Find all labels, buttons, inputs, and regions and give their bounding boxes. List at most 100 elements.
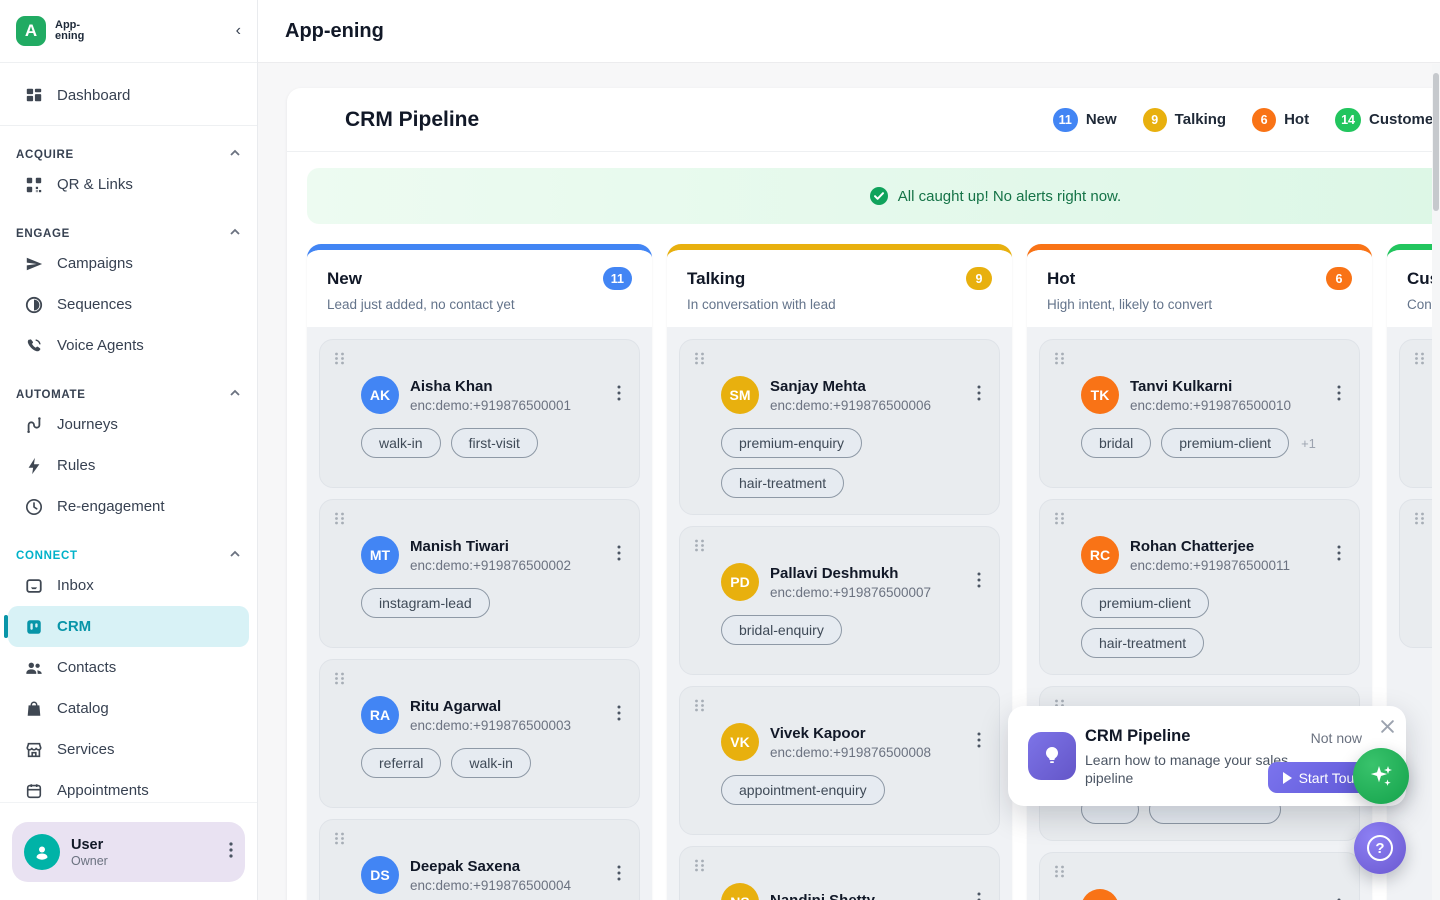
not-now-button[interactable]: Not now xyxy=(1311,730,1362,746)
lead-phone: enc:demo:+919876500001 xyxy=(410,398,571,413)
drag-handle-icon[interactable] xyxy=(694,859,705,876)
sidebar-item-crm[interactable]: CRM xyxy=(8,606,249,647)
sidebar-collapse-icon[interactable]: ‹ xyxy=(236,22,241,40)
sidebar-item-inbox[interactable]: Inbox xyxy=(8,565,249,606)
lead-tags: walk-infirst-visit xyxy=(361,428,625,458)
drag-handle-icon[interactable] xyxy=(1054,865,1065,882)
column-title: New xyxy=(327,269,362,289)
chevron-up-icon xyxy=(229,226,241,241)
sidebar-item-journeys[interactable]: Journeys xyxy=(8,404,249,445)
lead-card[interactable]: MT Manish Tiwari enc:demo:+919876500002 … xyxy=(319,499,640,648)
sidebar-item-re-engagement[interactable]: Re-engagement xyxy=(8,486,249,527)
drag-handle-icon[interactable] xyxy=(1414,512,1425,529)
sidebar-item-label: Inbox xyxy=(57,577,94,594)
sidebar-item-catalog[interactable]: Catalog xyxy=(8,688,249,729)
drag-handle-icon[interactable] xyxy=(1054,352,1065,369)
sidebar-item-voice-agents[interactable]: Voice Agents xyxy=(8,325,249,366)
kanban-icon xyxy=(24,617,44,637)
lead-avatar: NS xyxy=(721,883,759,900)
drag-handle-icon[interactable] xyxy=(334,672,345,689)
section-engage[interactable]: ENGAGE xyxy=(16,226,241,241)
sidebar: A App-ening ‹ Dashboard ACQUIRE QR & Lin… xyxy=(0,0,258,900)
lead-tags: bridal-enquiry xyxy=(721,615,985,645)
drag-handle-icon[interactable] xyxy=(334,832,345,849)
card-menu-icon[interactable] xyxy=(973,728,985,757)
sidebar-item-services[interactable]: Services xyxy=(8,729,249,770)
sidebar-item-campaigns[interactable]: Campaigns xyxy=(8,243,249,284)
section-acquire[interactable]: ACQUIRE xyxy=(16,147,241,162)
lead-phone: enc:demo:+919876500010 xyxy=(1130,398,1291,413)
lead-card[interactable]: TK Tanvi Kulkarni enc:demo:+919876500010… xyxy=(1039,339,1360,488)
stage-chip[interactable]: 6 Hot xyxy=(1252,108,1309,132)
dashboard-icon xyxy=(24,85,44,105)
card-menu-icon[interactable] xyxy=(613,381,625,410)
lead-card[interactable]: SM Sanjay Mehta enc:demo:+919876500006 p… xyxy=(679,339,1000,515)
stage-chip[interactable]: 9 Talking xyxy=(1143,108,1226,132)
sidebar-item-label: Campaigns xyxy=(57,255,133,272)
help-fab[interactable]: ? xyxy=(1354,822,1406,874)
alert-banner: All caught up! No alerts right now. xyxy=(307,168,1440,224)
drag-handle-icon[interactable] xyxy=(334,352,345,369)
lead-card[interactable]: VK Vivek Kapoor enc:demo:+919876500008 a… xyxy=(679,686,1000,835)
sidebar-item-label: Sequences xyxy=(57,296,132,313)
card-menu-icon[interactable] xyxy=(1333,541,1345,570)
column-title: Talking xyxy=(687,269,745,289)
drag-handle-icon[interactable] xyxy=(1054,512,1065,529)
sidebar-item-appointments[interactable]: Appointments xyxy=(8,770,249,802)
lead-tags: premium-enquiryhair-treatment xyxy=(721,428,985,498)
question-mark-icon: ? xyxy=(1367,835,1393,861)
lead-card[interactable]: RC Rohan Chatterjee enc:demo:+9198765000… xyxy=(1039,499,1360,675)
lead-tag: premium-enquiry xyxy=(721,428,862,458)
card-menu-icon[interactable] xyxy=(613,541,625,570)
lead-tags: referralwalk-in xyxy=(361,748,625,778)
user-menu-icon[interactable] xyxy=(229,842,233,863)
lead-card[interactable]: AK Aisha Khan enc:demo:+919876500001 wal… xyxy=(319,339,640,488)
lead-name: Deepak Saxena xyxy=(410,858,571,875)
route-icon xyxy=(24,415,44,435)
sidebar-item-qr-links[interactable]: QR & Links xyxy=(8,164,249,205)
card-menu-icon[interactable] xyxy=(613,861,625,890)
card-menu-icon[interactable] xyxy=(973,888,985,900)
drag-handle-icon[interactable] xyxy=(694,539,705,556)
scrollbar-thumb[interactable] xyxy=(1433,73,1439,211)
sidebar-item-rules[interactable]: Rules xyxy=(8,445,249,486)
stage-chip[interactable]: 11 New xyxy=(1053,108,1117,132)
card-menu-icon[interactable] xyxy=(973,568,985,597)
lead-card[interactable]: DS Deepak Saxena enc:demo:+919876500004 xyxy=(319,819,640,900)
pipeline-header: CRM Pipeline 11 New 9 Talking 6 Hot 14 C… xyxy=(287,88,1440,152)
drag-handle-icon[interactable] xyxy=(694,352,705,369)
card-menu-icon[interactable] xyxy=(613,701,625,730)
sidebar-item-contacts[interactable]: Contacts xyxy=(8,647,249,688)
sidebar-nav: Dashboard ACQUIRE QR & Links ENGAGE Camp… xyxy=(0,63,257,802)
sidebar-item-sequences[interactable]: Sequences xyxy=(8,284,249,325)
drag-handle-icon[interactable] xyxy=(1414,352,1425,369)
scrollbar-track[interactable] xyxy=(1432,64,1440,900)
ai-assistant-fab[interactable] xyxy=(1353,748,1409,804)
drag-handle-icon[interactable] xyxy=(694,699,705,716)
section-connect[interactable]: CONNECT xyxy=(16,548,241,563)
column-subtitle: High intent, likely to convert xyxy=(1047,297,1352,312)
column-subtitle: Lead just added, no contact yet xyxy=(327,297,632,312)
sidebar-item-dashboard[interactable]: Dashboard xyxy=(8,72,249,118)
stage-chip[interactable]: 14 Customer xyxy=(1335,108,1439,132)
user-card[interactable]: User Owner xyxy=(12,822,245,882)
lead-card[interactable]: PD Pallavi Deshmukh enc:demo:+9198765000… xyxy=(679,526,1000,675)
divider xyxy=(0,125,257,126)
card-menu-icon[interactable] xyxy=(1333,381,1345,410)
column-header: New 11 Lead just added, no contact yet xyxy=(307,250,652,327)
lead-card[interactable]: RA Ritu Agarwal enc:demo:+919876500003 r… xyxy=(319,659,640,808)
lead-card[interactable]: AK Amit Kumar xyxy=(1039,852,1360,900)
card-menu-icon[interactable] xyxy=(973,381,985,410)
column-count-badge: 11 xyxy=(603,267,632,290)
section-automate[interactable]: AUTOMATE xyxy=(16,387,241,402)
drag-handle-icon[interactable] xyxy=(334,512,345,529)
stage-label: Hot xyxy=(1284,111,1309,128)
user-role: Owner xyxy=(71,854,108,868)
close-icon[interactable] xyxy=(1380,719,1395,739)
card-menu-icon[interactable] xyxy=(1333,894,1345,900)
alert-text: All caught up! No alerts right now. xyxy=(898,188,1121,205)
lead-phone: enc:demo:+919876500003 xyxy=(410,718,571,733)
lead-card[interactable]: NS Nandini Shetty xyxy=(679,846,1000,900)
lead-tag: premium-client xyxy=(1081,588,1209,618)
lead-avatar: TK xyxy=(1081,376,1119,414)
